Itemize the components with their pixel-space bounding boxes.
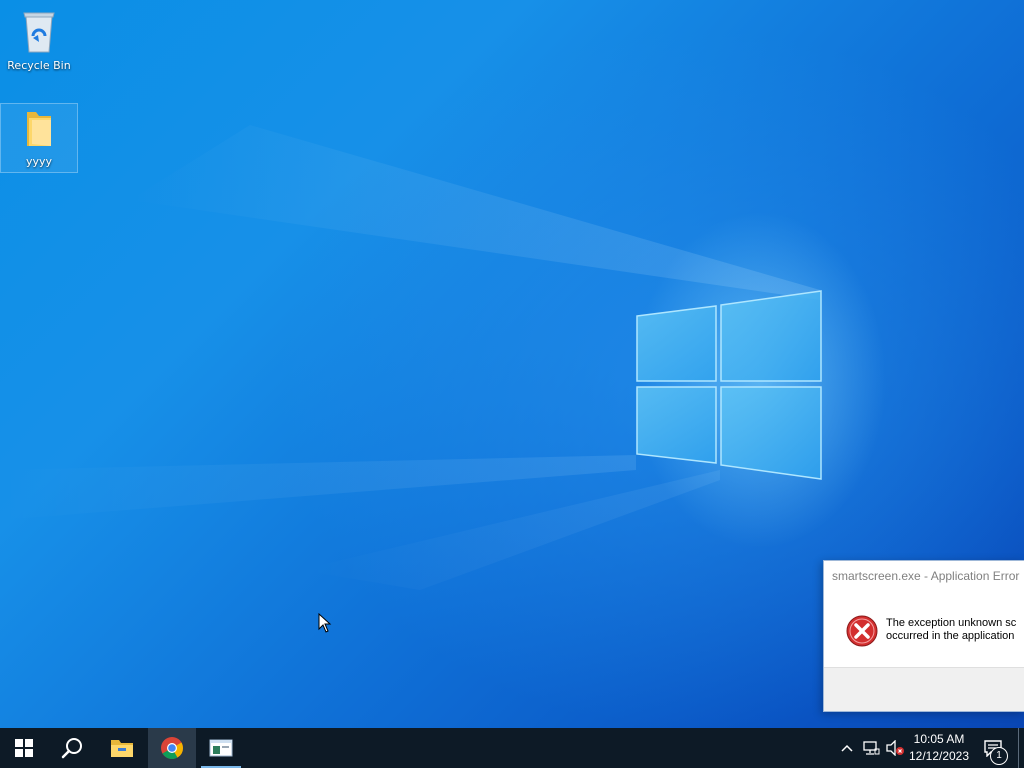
file-explorer-icon [111, 740, 133, 757]
volume-tray-button[interactable] [884, 728, 906, 768]
app-window-icon [209, 739, 233, 757]
dialog-button-bar [824, 667, 1024, 711]
taskbar-open-window[interactable] [197, 728, 245, 768]
show-hidden-icons-button[interactable] [838, 728, 856, 768]
taskbar-clock[interactable]: 10:05 AM 12/12/2023 [904, 728, 974, 768]
desktop-icon-label: Recycle Bin [7, 59, 71, 72]
network-tray-button[interactable] [860, 728, 882, 768]
dialog-message: The exception unknown sc occurred in the… [886, 617, 1016, 643]
desktop-icon-folder-yyyy[interactable]: yyyy [0, 103, 78, 173]
network-icon [863, 741, 880, 755]
chevron-up-icon [841, 744, 853, 752]
clock-time: 10:05 AM [913, 732, 965, 746]
desktop-icon-recycle-bin[interactable]: Recycle Bin [1, 8, 77, 72]
dialog-title: smartscreen.exe - Application Error [832, 569, 1020, 583]
desktop: Recycle Bin yyyy smartscreen.exe - Appli… [0, 0, 1024, 728]
taskbar-file-explorer[interactable] [98, 728, 146, 768]
chrome-icon [161, 737, 183, 759]
dialog-message-line: occurred in the application [886, 630, 1015, 642]
search-button[interactable] [48, 728, 96, 768]
error-dialog[interactable]: smartscreen.exe - Application Error The … [823, 560, 1024, 712]
windows-logo-wallpaper [636, 290, 822, 480]
notification-count-badge: 1 [990, 747, 1008, 765]
recycle-bin-icon [23, 12, 55, 53]
mouse-cursor-icon [318, 613, 332, 633]
error-icon [846, 615, 878, 647]
taskbar-chrome[interactable] [148, 728, 196, 768]
taskbar: 10:05 AM 12/12/2023 1 [0, 728, 1024, 768]
folder-icon [27, 112, 51, 146]
clock-date: 12/12/2023 [908, 749, 970, 763]
start-button[interactable] [0, 728, 48, 768]
dialog-message-line: The exception unknown sc [886, 617, 1017, 629]
search-icon [61, 738, 82, 759]
volume-muted-icon [886, 740, 904, 756]
show-desktop-button[interactable] [1018, 728, 1024, 768]
desktop-icon-label: yyyy [25, 155, 53, 168]
windows-start-icon [15, 739, 33, 757]
